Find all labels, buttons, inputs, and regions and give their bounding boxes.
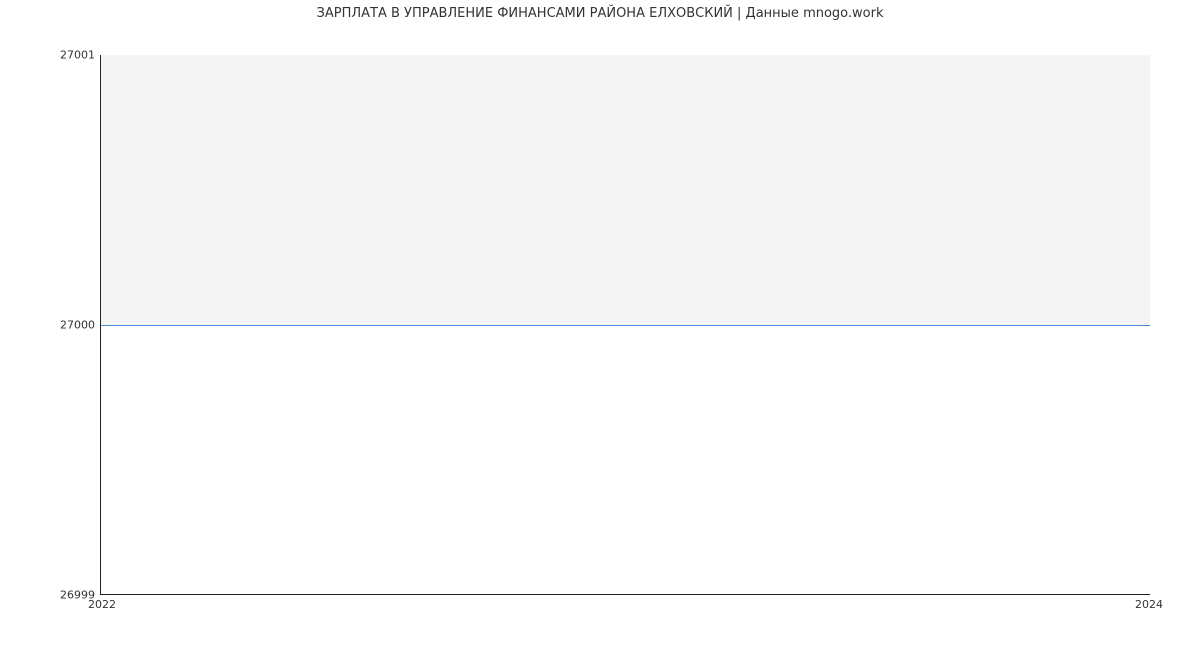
area-fill: [101, 55, 1150, 325]
data-line: [101, 325, 1150, 326]
plot-area: [100, 55, 1150, 595]
y-tick-label: 27001: [5, 49, 95, 62]
x-tick-label: 2022: [88, 598, 116, 611]
chart-container: ЗАРПЛАТА В УПРАВЛЕНИЕ ФИНАНСАМИ РАЙОНА Е…: [0, 0, 1200, 650]
y-tick-label: 26999: [5, 589, 95, 602]
x-tick-label: 2024: [1135, 598, 1163, 611]
y-tick-label: 27000: [5, 319, 95, 332]
chart-title: ЗАРПЛАТА В УПРАВЛЕНИЕ ФИНАНСАМИ РАЙОНА Е…: [0, 6, 1200, 21]
